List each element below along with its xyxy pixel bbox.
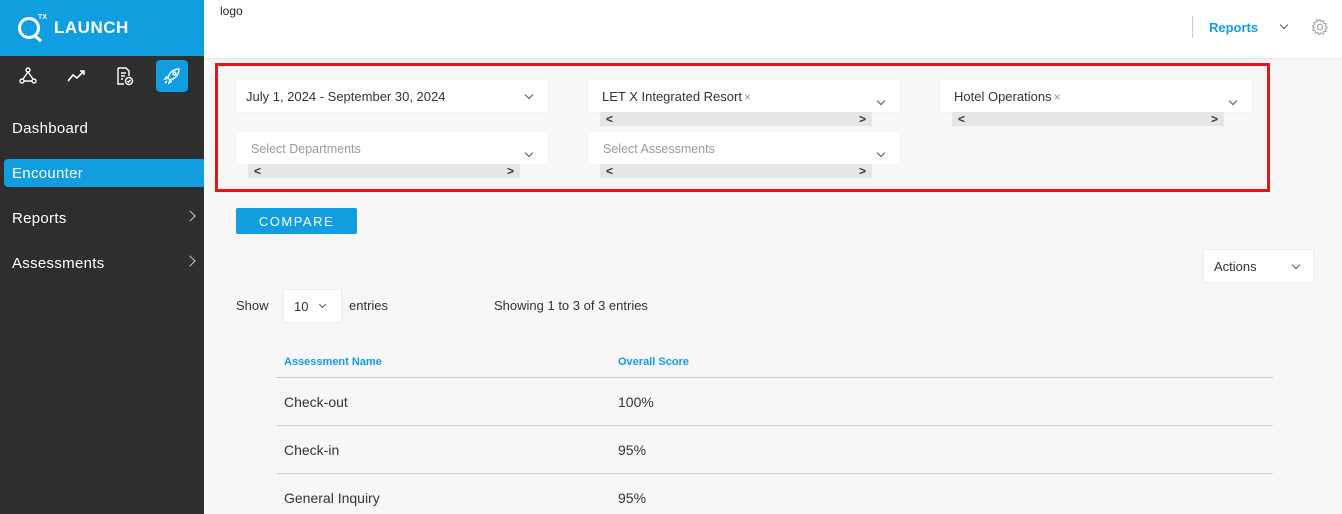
gear-icon[interactable] bbox=[1311, 18, 1329, 36]
property-tag-scrollbar[interactable]: < > bbox=[600, 112, 872, 126]
scroll-right-icon[interactable]: > bbox=[859, 113, 866, 125]
table-row: General Inquiry 95% bbox=[276, 474, 1273, 514]
report-check-icon[interactable] bbox=[108, 60, 140, 92]
property-select[interactable]: LET X Integrated Resort × bbox=[588, 80, 900, 112]
trend-icon[interactable] bbox=[60, 60, 92, 92]
cell-overall-score: 100% bbox=[618, 394, 654, 410]
division-select[interactable]: Hotel Operations × bbox=[940, 80, 1252, 112]
column-header-overall-score[interactable]: Overall Score bbox=[618, 356, 689, 368]
chevron-down-icon bbox=[524, 90, 534, 100]
chevron-down-icon bbox=[524, 148, 534, 158]
cell-overall-score: 95% bbox=[618, 442, 647, 458]
division-tag-label: Hotel Operations bbox=[954, 89, 1052, 104]
scroll-left-icon[interactable]: < bbox=[606, 113, 613, 125]
compare-button[interactable]: COMPARE bbox=[236, 208, 357, 234]
top-header: logo Reports bbox=[204, 0, 1342, 58]
sidebar-item-label: Dashboard bbox=[12, 119, 89, 137]
table-row: Check-in 95% bbox=[276, 426, 1273, 474]
cell-overall-score: 95% bbox=[618, 490, 647, 506]
remove-tag-icon[interactable]: × bbox=[1054, 90, 1061, 104]
departments-scrollbar[interactable]: < > bbox=[248, 164, 520, 178]
table-header: Assessment Name Overall Score bbox=[276, 348, 1273, 378]
column-header-assessment-name[interactable]: Assessment Name bbox=[284, 356, 382, 368]
remove-tag-icon[interactable]: × bbox=[744, 90, 751, 104]
assessments-select[interactable]: Select Assessments bbox=[588, 132, 900, 164]
org-icon[interactable] bbox=[12, 60, 44, 92]
actions-label: Actions bbox=[1214, 259, 1257, 274]
departments-select[interactable]: Select Departments bbox=[236, 132, 548, 164]
chevron-right-icon bbox=[184, 255, 196, 267]
assessments-placeholder: Select Assessments bbox=[603, 142, 715, 156]
scroll-right-icon[interactable]: > bbox=[859, 165, 866, 177]
sidebar-item-label: Encounter bbox=[12, 164, 84, 182]
chevron-down-icon bbox=[876, 96, 886, 106]
cell-assessment-name: Check-in bbox=[284, 442, 340, 458]
division-tag-scrollbar[interactable]: < > bbox=[952, 112, 1224, 126]
brand[interactable]: TX LAUNCH bbox=[0, 0, 204, 56]
property-tag: LET X Integrated Resort × bbox=[602, 89, 751, 104]
chevron-right-icon bbox=[184, 210, 196, 222]
sidebar-item-encounter[interactable]: Encounter bbox=[4, 159, 204, 187]
results-table: Assessment Name Overall Score Check-out … bbox=[276, 348, 1273, 514]
reports-menu-button[interactable]: Reports bbox=[1209, 20, 1258, 35]
chevron-down-icon bbox=[876, 148, 886, 158]
header-divider bbox=[1192, 16, 1193, 38]
date-range-value: July 1, 2024 - September 30, 2024 bbox=[246, 89, 446, 104]
brand-superscript: TX bbox=[38, 14, 47, 21]
sidebar-item-dashboard[interactable]: Dashboard bbox=[4, 114, 204, 142]
scroll-left-icon[interactable]: < bbox=[254, 165, 261, 177]
scroll-left-icon[interactable]: < bbox=[606, 165, 613, 177]
logo-placeholder: logo bbox=[220, 4, 243, 18]
scroll-right-icon[interactable]: > bbox=[507, 165, 514, 177]
sidebar-item-label: Reports bbox=[12, 209, 67, 227]
sidebar-item-assessments[interactable]: Assessments bbox=[4, 249, 204, 277]
module-switcher bbox=[0, 58, 204, 94]
sidebar-item-reports[interactable]: Reports bbox=[4, 204, 204, 232]
chevron-down-icon bbox=[1291, 260, 1301, 270]
property-tag-label: LET X Integrated Resort bbox=[602, 89, 742, 104]
show-label: Show bbox=[236, 298, 269, 313]
entries-per-page-select[interactable]: 10 bbox=[284, 290, 341, 322]
division-tag: Hotel Operations × bbox=[954, 89, 1061, 104]
date-range-select[interactable]: July 1, 2024 - September 30, 2024 bbox=[236, 80, 548, 112]
chevron-down-icon[interactable] bbox=[1279, 20, 1289, 30]
sidebar: TX LAUNCH Dashboard Encounter Reports As… bbox=[0, 0, 204, 514]
scroll-left-icon[interactable]: < bbox=[958, 113, 965, 125]
scroll-right-icon[interactable]: > bbox=[1211, 113, 1218, 125]
entries-label: entries bbox=[349, 298, 389, 313]
assessments-scrollbar[interactable]: < > bbox=[600, 164, 872, 178]
rocket-icon[interactable] bbox=[156, 60, 188, 92]
brand-name: LAUNCH bbox=[54, 18, 129, 37]
table-info: Showing 1 to 3 of 3 entries bbox=[494, 298, 648, 313]
brand-logo-icon bbox=[18, 17, 40, 39]
entries-value: 10 bbox=[294, 299, 309, 314]
chevron-down-icon bbox=[1228, 96, 1238, 106]
departments-placeholder: Select Departments bbox=[251, 142, 361, 156]
chevron-down-icon bbox=[318, 300, 327, 309]
cell-assessment-name: Check-out bbox=[284, 394, 348, 410]
sidebar-item-label: Assessments bbox=[12, 254, 105, 272]
cell-assessment-name: General Inquiry bbox=[284, 490, 380, 506]
actions-dropdown[interactable]: Actions bbox=[1204, 250, 1313, 282]
table-row: Check-out 100% bbox=[276, 378, 1273, 426]
